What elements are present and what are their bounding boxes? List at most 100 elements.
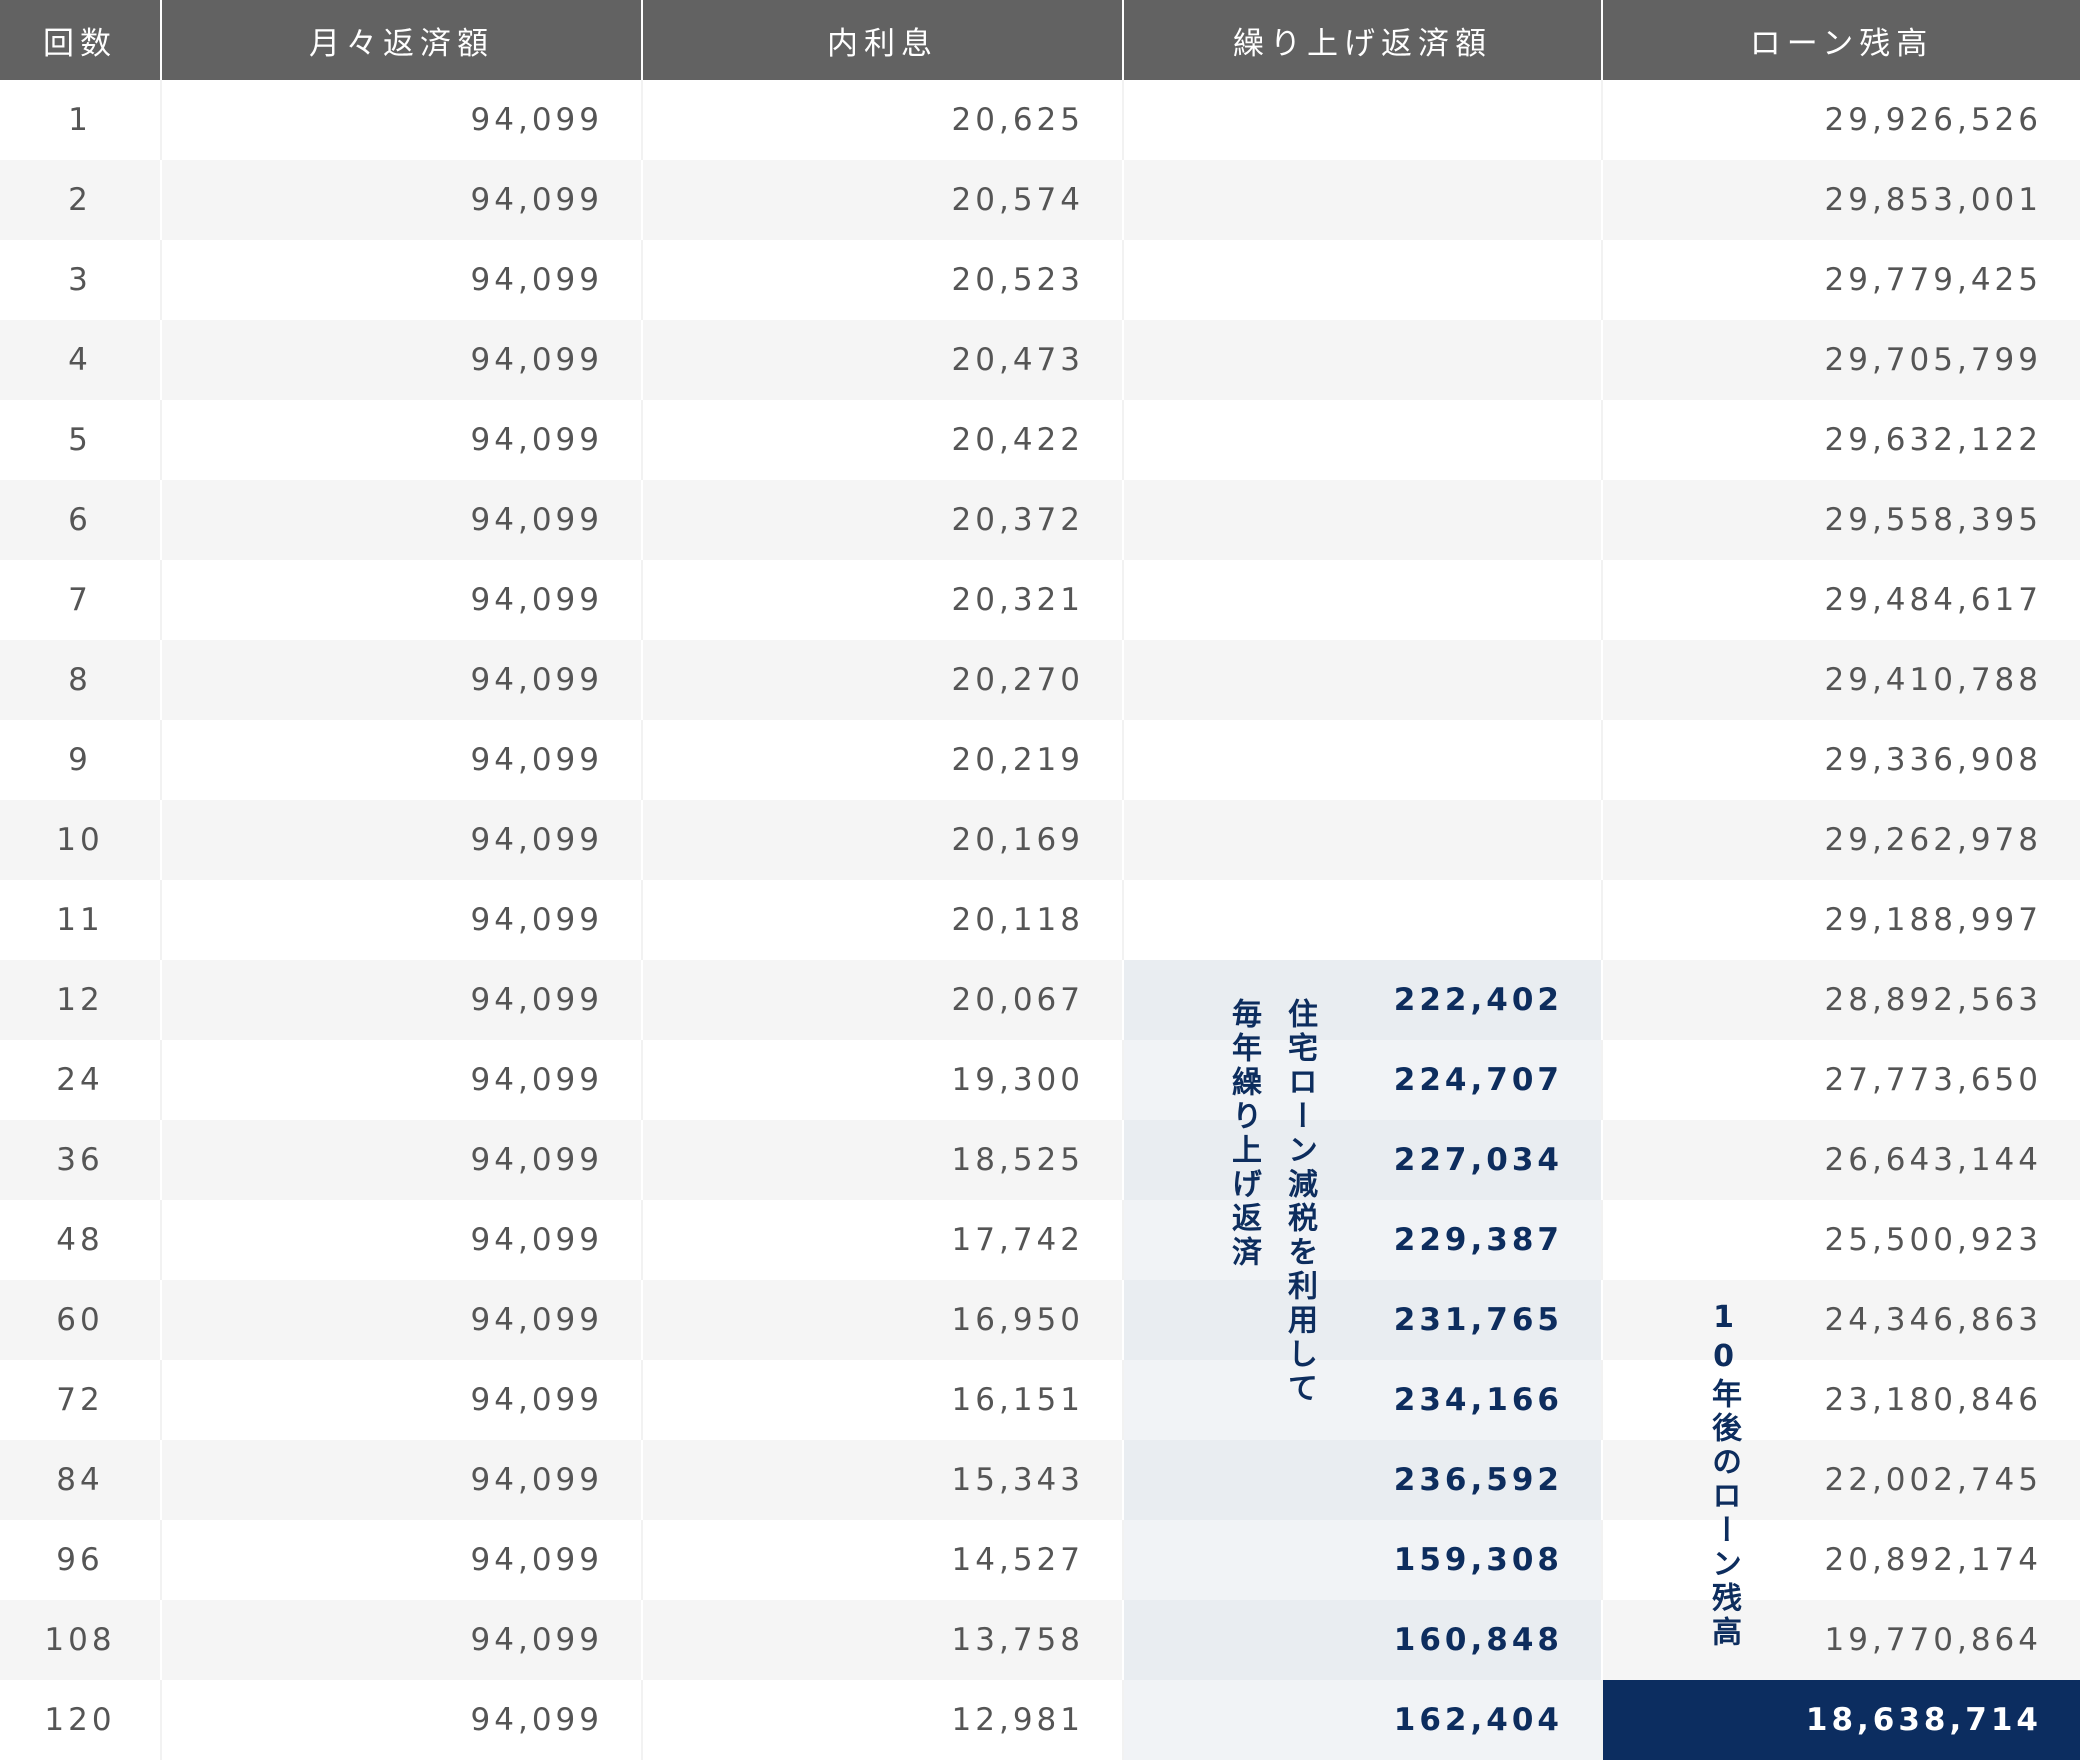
table-header-row: 回数 月々返済額 内利息 繰り上げ返済額 ローン残高 — [0, 0, 2080, 80]
cell-loan-balance: 29,410,788 — [1601, 640, 2080, 720]
annotation-balance-after-10-years: 10年後のローン残高 — [1706, 1300, 1741, 1650]
table-row: 11 94,099 20,118 29,188,997 — [0, 880, 2080, 960]
table-row: 2 94,099 20,574 29,853,001 — [0, 160, 2080, 240]
cell-loan-balance: 22,002,745 — [1601, 1440, 2080, 1520]
cell-prepayment — [1122, 240, 1601, 320]
table-row: 24 94,099 19,300 224,707 27,773,650 — [0, 1040, 2080, 1120]
table-row: 108 94,099 13,758 160,848 19,770,864 — [0, 1600, 2080, 1680]
table-row: 12 94,099 20,067 222,402 28,892,563 — [0, 960, 2080, 1040]
cell-monthly-payment: 94,099 — [160, 640, 641, 720]
table-row: 3 94,099 20,523 29,779,425 — [0, 240, 2080, 320]
cell-monthly-payment: 94,099 — [160, 880, 641, 960]
cell-count: 3 — [68, 262, 92, 298]
table-row: 84 94,099 15,343 236,592 22,002,745 — [0, 1440, 2080, 1520]
cell-count: 24 — [56, 1062, 104, 1098]
cell-prepayment — [1122, 160, 1601, 240]
cell-interest: 20,270 — [641, 640, 1122, 720]
table-row: 7 94,099 20,321 29,484,617 — [0, 560, 2080, 640]
cell-interest: 20,422 — [641, 400, 1122, 480]
cell-loan-balance: 29,632,122 — [1601, 400, 2080, 480]
cell-prepayment — [1122, 560, 1601, 640]
table-row: 1 94,099 20,625 29,926,526 — [0, 80, 2080, 160]
cell-monthly-payment: 94,099 — [160, 720, 641, 800]
cell-loan-balance: 29,336,908 — [1601, 720, 2080, 800]
table-row: 72 94,099 16,151 234,166 23,180,846 — [0, 1360, 2080, 1440]
cell-prepayment — [1122, 640, 1601, 720]
cell-monthly-payment: 94,099 — [160, 80, 641, 160]
cell-interest: 19,300 — [641, 1040, 1122, 1120]
header-monthly-payment: 月々返済額 — [160, 0, 641, 80]
cell-monthly-payment: 94,099 — [160, 560, 641, 640]
cell-prepayment — [1122, 880, 1601, 960]
cell-count: 11 — [56, 902, 104, 938]
cell-prepayment — [1122, 800, 1601, 880]
table-row: 36 94,099 18,525 227,034 26,643,144 — [0, 1120, 2080, 1200]
cell-count: 9 — [68, 742, 92, 778]
cell-count: 36 — [56, 1142, 104, 1178]
cell-monthly-payment: 94,099 — [160, 400, 641, 480]
cell-count: 120 — [44, 1702, 116, 1738]
cell-monthly-payment: 94,099 — [160, 1440, 641, 1520]
header-count: 回数 — [43, 25, 117, 62]
cell-interest: 20,169 — [641, 800, 1122, 880]
table-row: 9 94,099 20,219 29,336,908 — [0, 720, 2080, 800]
cell-prepayment: 229,387 — [1122, 1200, 1601, 1280]
cell-count: 4 — [68, 342, 92, 378]
table-row: 48 94,099 17,742 229,387 25,500,923 — [0, 1200, 2080, 1280]
cell-count: 2 — [68, 182, 92, 218]
cell-prepayment — [1122, 80, 1601, 160]
cell-monthly-payment: 94,099 — [160, 160, 641, 240]
cell-monthly-payment: 94,099 — [160, 1200, 641, 1280]
cell-interest: 14,527 — [641, 1520, 1122, 1600]
cell-monthly-payment: 94,099 — [160, 1680, 641, 1760]
table-row: 96 94,099 14,527 159,308 20,892,174 — [0, 1520, 2080, 1600]
cell-interest: 20,473 — [641, 320, 1122, 400]
cell-loan-balance: 20,892,174 — [1601, 1520, 2080, 1600]
cell-interest: 20,219 — [641, 720, 1122, 800]
cell-monthly-payment: 94,099 — [160, 1360, 641, 1440]
cell-count: 7 — [68, 582, 92, 618]
cell-monthly-payment: 94,099 — [160, 320, 641, 400]
cell-monthly-payment: 94,099 — [160, 1600, 641, 1680]
cell-count: 10 — [56, 822, 104, 858]
table-row: 120 94,099 12,981 162,404 18,638,714 — [0, 1680, 2080, 1760]
cell-count: 96 — [56, 1542, 104, 1578]
cell-prepayment: 227,034 — [1122, 1120, 1601, 1200]
cell-prepayment: 162,404 — [1122, 1680, 1601, 1760]
table-row: 6 94,099 20,372 29,558,395 — [0, 480, 2080, 560]
table-row: 8 94,099 20,270 29,410,788 — [0, 640, 2080, 720]
cell-interest: 16,950 — [641, 1280, 1122, 1360]
annotation-tax-reduction: 住宅ローン減税を利用して — [1282, 998, 1317, 1406]
cell-prepayment: 160,848 — [1122, 1600, 1601, 1680]
cell-prepayment: 224,707 — [1122, 1040, 1601, 1120]
cell-monthly-payment: 94,099 — [160, 800, 641, 880]
cell-loan-balance: 29,558,395 — [1601, 480, 2080, 560]
cell-loan-balance: 29,926,526 — [1601, 80, 2080, 160]
cell-prepayment: 159,308 — [1122, 1520, 1601, 1600]
cell-count: 12 — [56, 982, 104, 1018]
cell-loan-balance: 29,484,617 — [1601, 560, 2080, 640]
annotation-yearly-prepayment: 毎年繰り上げ返済 — [1226, 998, 1261, 1270]
cell-loan-balance: 29,853,001 — [1601, 160, 2080, 240]
cell-prepayment — [1122, 320, 1601, 400]
cell-prepayment: 222,402 — [1122, 960, 1601, 1040]
cell-count: 8 — [68, 662, 92, 698]
cell-prepayment — [1122, 720, 1601, 800]
cell-loan-balance: 29,779,425 — [1601, 240, 2080, 320]
cell-interest: 16,151 — [641, 1360, 1122, 1440]
header-loan-balance: ローン残高 — [1601, 0, 2080, 80]
cell-count: 72 — [56, 1382, 104, 1418]
cell-count: 84 — [56, 1462, 104, 1498]
cell-loan-balance: 28,892,563 — [1601, 960, 2080, 1040]
cell-interest: 20,067 — [641, 960, 1122, 1040]
table-row: 4 94,099 20,473 29,705,799 — [0, 320, 2080, 400]
cell-count: 60 — [56, 1302, 104, 1338]
cell-interest: 20,625 — [641, 80, 1122, 160]
cell-interest: 12,981 — [641, 1680, 1122, 1760]
cell-interest: 20,118 — [641, 880, 1122, 960]
cell-prepayment — [1122, 480, 1601, 560]
cell-monthly-payment: 94,099 — [160, 1120, 641, 1200]
cell-interest: 15,343 — [641, 1440, 1122, 1520]
cell-count: 5 — [68, 422, 92, 458]
cell-interest: 20,372 — [641, 480, 1122, 560]
